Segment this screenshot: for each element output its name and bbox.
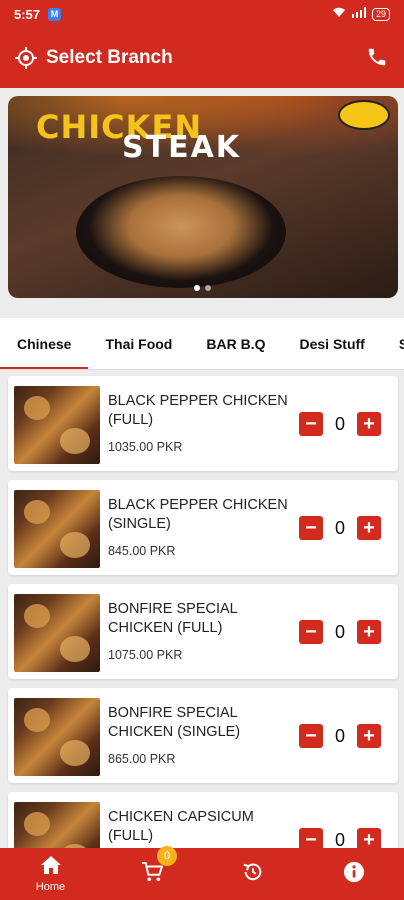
product-card[interactable]: CHICKEN CAPSICUM (FULL) − 0 + — [8, 792, 398, 848]
quantity-value: 0 — [334, 621, 345, 642]
decrease-button[interactable]: − — [299, 724, 323, 748]
brand-logo — [338, 100, 390, 130]
banner-dot — [194, 285, 200, 291]
product-image — [14, 594, 100, 672]
tab-more[interactable]: S — [382, 318, 404, 369]
wifi-icon — [332, 7, 346, 21]
product-price: 845.00 PKR — [108, 544, 176, 558]
info-icon — [343, 861, 365, 888]
nav-info[interactable] — [303, 848, 404, 900]
status-icons: 29 — [332, 7, 390, 21]
quantity-value: 0 — [334, 725, 345, 746]
select-branch-title[interactable]: Select Branch — [46, 47, 173, 69]
home-icon — [40, 855, 61, 879]
history-icon — [242, 861, 264, 888]
status-bar: 5:57 M 29 — [0, 0, 404, 28]
category-tabs: Chinese Thai Food BAR B.Q Desi Stuff S — [0, 318, 404, 370]
product-image — [14, 490, 100, 568]
product-name: CHICKEN CAPSICUM (FULL) — [108, 809, 254, 844]
product-card[interactable]: BLACK PEPPER CHICKEN (SINGLE) 845.00 PKR… — [8, 480, 398, 575]
nav-home[interactable]: Home — [0, 848, 101, 900]
nav-cart[interactable]: 0 — [101, 846, 202, 900]
quantity-stepper: − 0 + — [299, 620, 381, 644]
quantity-value: 0 — [334, 413, 345, 434]
product-price: 1075.00 PKR — [108, 648, 183, 662]
product-card[interactable]: BONFIRE SPECIAL CHICKEN (FULL) 1075.00 P… — [8, 584, 398, 679]
nav-history[interactable] — [202, 848, 303, 900]
banner-title-line2: STEAK — [122, 130, 242, 165]
status-time: 5:57 — [14, 6, 41, 22]
decrease-button[interactable]: − — [299, 412, 323, 436]
phone-icon[interactable] — [366, 46, 390, 70]
quantity-stepper: − 0 + — [299, 516, 381, 540]
decrease-button[interactable]: − — [299, 620, 323, 644]
steak-plate-image — [76, 176, 286, 288]
banner-pagination — [194, 285, 211, 291]
promo-banner[interactable]: CHICKEN STEAK — [8, 96, 398, 298]
product-price: 1035.00 PKR — [108, 440, 183, 454]
product-image — [14, 802, 100, 848]
product-name: BONFIRE SPECIAL CHICKEN (FULL) — [108, 601, 238, 636]
banner-dot — [205, 285, 211, 291]
product-image — [14, 386, 100, 464]
product-name: BLACK PEPPER CHICKEN (FULL) — [108, 393, 288, 428]
quantity-value: 0 — [334, 829, 345, 849]
product-image — [14, 698, 100, 776]
nav-home-label: Home — [35, 880, 66, 893]
quantity-value: 0 — [334, 517, 345, 538]
product-name: BONFIRE SPECIAL CHICKEN (SINGLE) — [108, 705, 241, 740]
quantity-stepper: − 0 + — [299, 724, 381, 748]
signal-icon — [351, 7, 366, 21]
app-bar: Select Branch — [0, 28, 404, 88]
product-price: 865.00 PKR — [108, 752, 176, 766]
tab-thai-food[interactable]: Thai Food — [88, 318, 189, 369]
increase-button[interactable]: + — [357, 516, 381, 540]
decrease-button[interactable]: − — [299, 516, 323, 540]
notification-icon: M — [48, 7, 62, 21]
increase-button[interactable]: + — [357, 828, 381, 848]
increase-button[interactable]: + — [357, 412, 381, 436]
product-name: BLACK PEPPER CHICKEN (SINGLE) — [108, 497, 288, 532]
increase-button[interactable]: + — [357, 724, 381, 748]
product-card[interactable]: BONFIRE SPECIAL CHICKEN (SINGLE) 865.00 … — [8, 688, 398, 783]
tab-desi-stuff[interactable]: Desi Stuff — [282, 318, 381, 369]
cart-count-badge: 0 — [157, 846, 177, 866]
battery-icon: 29 — [371, 7, 390, 21]
location-target-icon[interactable] — [14, 46, 38, 70]
cart-icon — [141, 861, 163, 887]
quantity-stepper: − 0 + — [299, 828, 381, 848]
tab-bar-bq[interactable]: BAR B.Q — [189, 318, 282, 369]
bottom-nav: Home 0 — [0, 846, 404, 900]
product-card[interactable]: BLACK PEPPER CHICKEN (FULL) 1035.00 PKR … — [8, 376, 398, 471]
tab-chinese[interactable]: Chinese — [0, 318, 89, 369]
quantity-stepper: − 0 + — [299, 412, 381, 436]
decrease-button[interactable]: − — [299, 828, 323, 848]
increase-button[interactable]: + — [357, 620, 381, 644]
product-list[interactable]: BLACK PEPPER CHICKEN (FULL) 1035.00 PKR … — [0, 372, 404, 848]
